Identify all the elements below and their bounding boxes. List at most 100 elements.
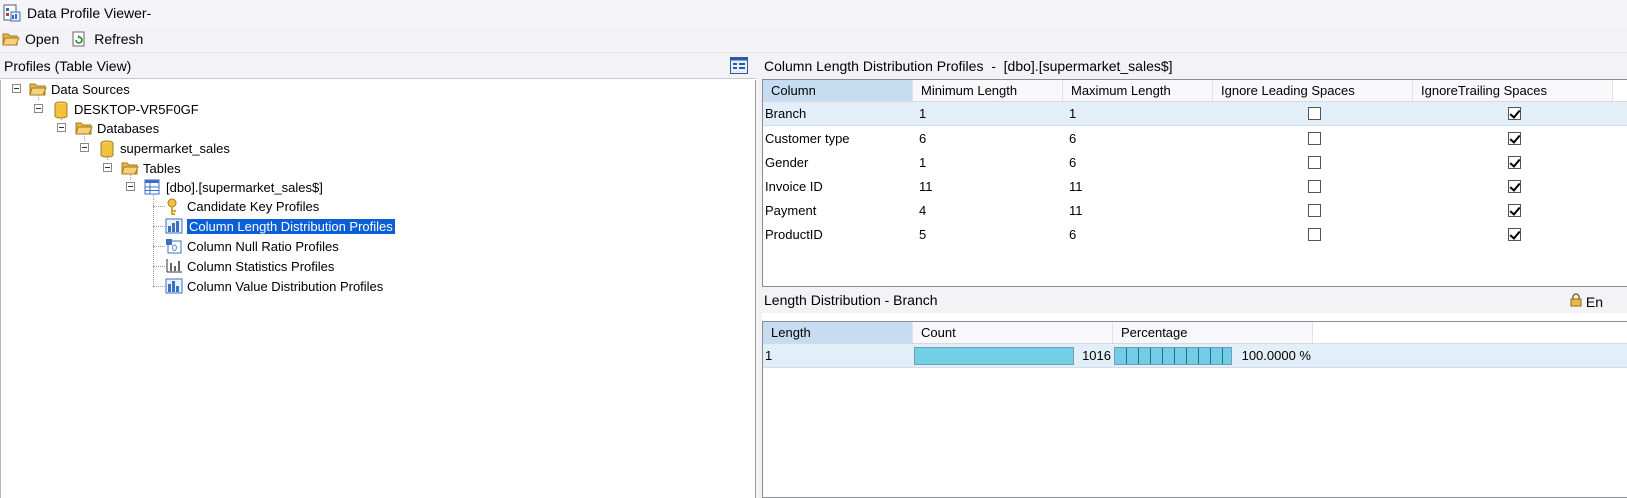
checkbox-ignore-trailing-spaces[interactable] bbox=[1507, 203, 1521, 217]
cell-ignore-leading-spaces bbox=[1213, 222, 1413, 246]
column-header-maximum-length[interactable]: Maximum Length bbox=[1063, 80, 1213, 101]
folder-icon bbox=[121, 160, 139, 176]
tree-node-column-null-ratio-profiles[interactable]: 0 Column Null Ratio Profiles bbox=[165, 237, 339, 255]
tree-node-candidate-key-profiles[interactable]: Candidate Key Profiles bbox=[165, 197, 319, 215]
checkbox-ignore-trailing-spaces[interactable] bbox=[1507, 107, 1521, 120]
cell-maximum-length: 1 bbox=[1069, 106, 1077, 121]
checkbox-ignore-trailing-spaces[interactable] bbox=[1507, 227, 1521, 241]
tree-node-server[interactable]: DESKTOP-VR5F0GF bbox=[52, 100, 199, 119]
profiles-pane-title: Profiles (Table View) bbox=[4, 57, 132, 74]
cell-maximum-length: 11 bbox=[1069, 202, 1083, 218]
percentage-bar bbox=[1114, 346, 1232, 365]
percentage-value: 100.0000 % bbox=[1241, 347, 1311, 363]
checkbox-ignore-trailing-spaces[interactable] bbox=[1507, 179, 1521, 193]
checkbox-ignore-leading-spaces[interactable] bbox=[1307, 203, 1321, 217]
count-value: 1016 bbox=[1082, 347, 1111, 363]
cell-ignore-leading-spaces bbox=[1213, 198, 1413, 222]
profiles-tree: Data Sources DESKTOP-VR5F0GF Databases s… bbox=[0, 80, 756, 498]
tree-label: [dbo].[supermarket_sales$] bbox=[166, 179, 323, 195]
column-header-percentage[interactable]: Percentage bbox=[1113, 322, 1313, 343]
cell-column: Payment bbox=[765, 202, 817, 218]
cell-ignore-leading-spaces bbox=[1213, 102, 1413, 126]
tree-node-table[interactable]: [dbo].[supermarket_sales$] bbox=[144, 178, 323, 196]
table-icon bbox=[144, 179, 162, 195]
column-header-length[interactable]: Length bbox=[763, 322, 913, 343]
length-distribution-table: Length Count Percentage 1 1016 100.0000 % bbox=[762, 321, 1627, 498]
lock-toggle[interactable]: En bbox=[1570, 293, 1603, 310]
collapse-toggle[interactable] bbox=[57, 123, 66, 132]
checkbox-ignore-trailing-spaces[interactable] bbox=[1507, 131, 1521, 145]
cell-ignore-trailing-spaces bbox=[1413, 198, 1613, 222]
database-server-icon bbox=[52, 101, 70, 119]
null-ratio-icon: 0 bbox=[165, 238, 183, 254]
tree-node-data-sources[interactable]: Data Sources bbox=[29, 80, 130, 98]
tree-label: Databases bbox=[97, 120, 160, 136]
checkbox-ignore-leading-spaces[interactable] bbox=[1307, 131, 1321, 145]
tree-label-selected: Column Length Distribution Profiles bbox=[186, 217, 396, 235]
column-header-column[interactable]: Column bbox=[763, 80, 913, 101]
cell-percentage: 100.0000 % bbox=[1113, 344, 1313, 368]
svg-text:0: 0 bbox=[172, 244, 178, 254]
window-title: Data Profile Viewer- bbox=[27, 5, 152, 21]
key-icon bbox=[165, 198, 183, 215]
open-button[interactable]: Open bbox=[0, 28, 65, 50]
toggle-view-icon[interactable] bbox=[730, 57, 748, 74]
open-label: Open bbox=[25, 31, 60, 47]
column-header-ignore-trailing-spaces[interactable]: IgnoreTrailing Spaces bbox=[1413, 80, 1613, 101]
tree-node-column-value-distribution-profiles[interactable]: Column Value Distribution Profiles bbox=[165, 277, 383, 295]
collapse-toggle[interactable] bbox=[126, 182, 135, 191]
table-row[interactable]: Invoice ID 11 11 bbox=[763, 174, 1627, 198]
count-bar bbox=[914, 346, 1074, 365]
cell-minimum-length: 11 bbox=[919, 178, 933, 194]
collapse-toggle[interactable] bbox=[103, 163, 112, 172]
collapse-toggle[interactable] bbox=[34, 104, 43, 113]
length-distribution-header: Length Distribution - Branch En bbox=[762, 287, 1627, 313]
cell-ignore-leading-spaces bbox=[1213, 150, 1413, 174]
tree-label: Tables bbox=[143, 160, 181, 176]
profile-detail-header: Column Length Distribution Profiles - [d… bbox=[762, 53, 1627, 79]
collapse-toggle[interactable] bbox=[12, 84, 21, 93]
refresh-label: Refresh bbox=[94, 31, 144, 47]
table-row[interactable]: Payment 4 11 bbox=[763, 198, 1627, 222]
cell-column: Gender bbox=[765, 154, 809, 170]
cell-ignore-leading-spaces bbox=[1213, 126, 1413, 150]
cell-minimum-length: 4 bbox=[919, 202, 927, 218]
checkbox-ignore-leading-spaces[interactable] bbox=[1307, 227, 1321, 241]
table-row[interactable]: Branch 1 1 bbox=[763, 102, 1627, 126]
tree-label: Candidate Key Profiles bbox=[187, 198, 320, 214]
column-header-minimum-length[interactable]: Minimum Length bbox=[913, 80, 1063, 101]
profiles-pane: Profiles (Table View) Data Sources DESKT… bbox=[0, 53, 756, 498]
tree-node-tables[interactable]: Tables bbox=[121, 159, 181, 177]
cell-count: 1016 bbox=[913, 344, 1113, 368]
cell-maximum-length: 6 bbox=[1069, 130, 1077, 146]
toolbar: Open Refresh bbox=[0, 26, 1627, 53]
table-row[interactable]: 1 1016 100.0000 % bbox=[763, 344, 1627, 368]
table-header-row: Length Count Percentage bbox=[763, 322, 1627, 344]
table-row[interactable]: ProductID 5 6 bbox=[763, 222, 1627, 246]
cell-ignore-trailing-spaces bbox=[1413, 150, 1613, 174]
checkbox-ignore-leading-spaces[interactable] bbox=[1307, 179, 1321, 193]
title-bar: Data Profile Viewer- bbox=[0, 0, 1627, 26]
refresh-button[interactable]: Refresh bbox=[69, 28, 149, 50]
collapse-toggle[interactable] bbox=[80, 143, 89, 152]
tree-label: supermarket_sales bbox=[120, 140, 230, 156]
tree-node-column-statistics-profiles[interactable]: Column Statistics Profiles bbox=[165, 257, 334, 275]
tree-node-databases[interactable]: Databases bbox=[75, 119, 159, 137]
checkbox-ignore-trailing-spaces[interactable] bbox=[1507, 155, 1521, 169]
cell-minimum-length: 5 bbox=[919, 226, 927, 242]
tree-label: Column Null Ratio Profiles bbox=[187, 238, 339, 254]
tree-node-column-length-distribution-profiles[interactable]: Column Length Distribution Profiles bbox=[165, 217, 396, 235]
profiles-pane-header: Profiles (Table View) bbox=[0, 53, 756, 79]
table-row[interactable]: Customer type 6 6 bbox=[763, 126, 1627, 150]
cell-minimum-length: 1 bbox=[919, 154, 927, 170]
checkbox-ignore-leading-spaces[interactable] bbox=[1307, 107, 1321, 120]
checkbox-ignore-leading-spaces[interactable] bbox=[1307, 155, 1321, 169]
cell-maximum-length: 6 bbox=[1069, 154, 1077, 170]
table-row[interactable]: Gender 1 6 bbox=[763, 150, 1627, 174]
column-header-ignore-leading-spaces[interactable]: Ignore Leading Spaces bbox=[1213, 80, 1413, 101]
column-header-count[interactable]: Count bbox=[913, 322, 1113, 343]
cell-maximum-length: 11 bbox=[1069, 178, 1083, 194]
tree-node-database[interactable]: supermarket_sales bbox=[98, 139, 230, 158]
value-distribution-icon bbox=[165, 278, 183, 294]
cell-column: ProductID bbox=[765, 226, 823, 242]
